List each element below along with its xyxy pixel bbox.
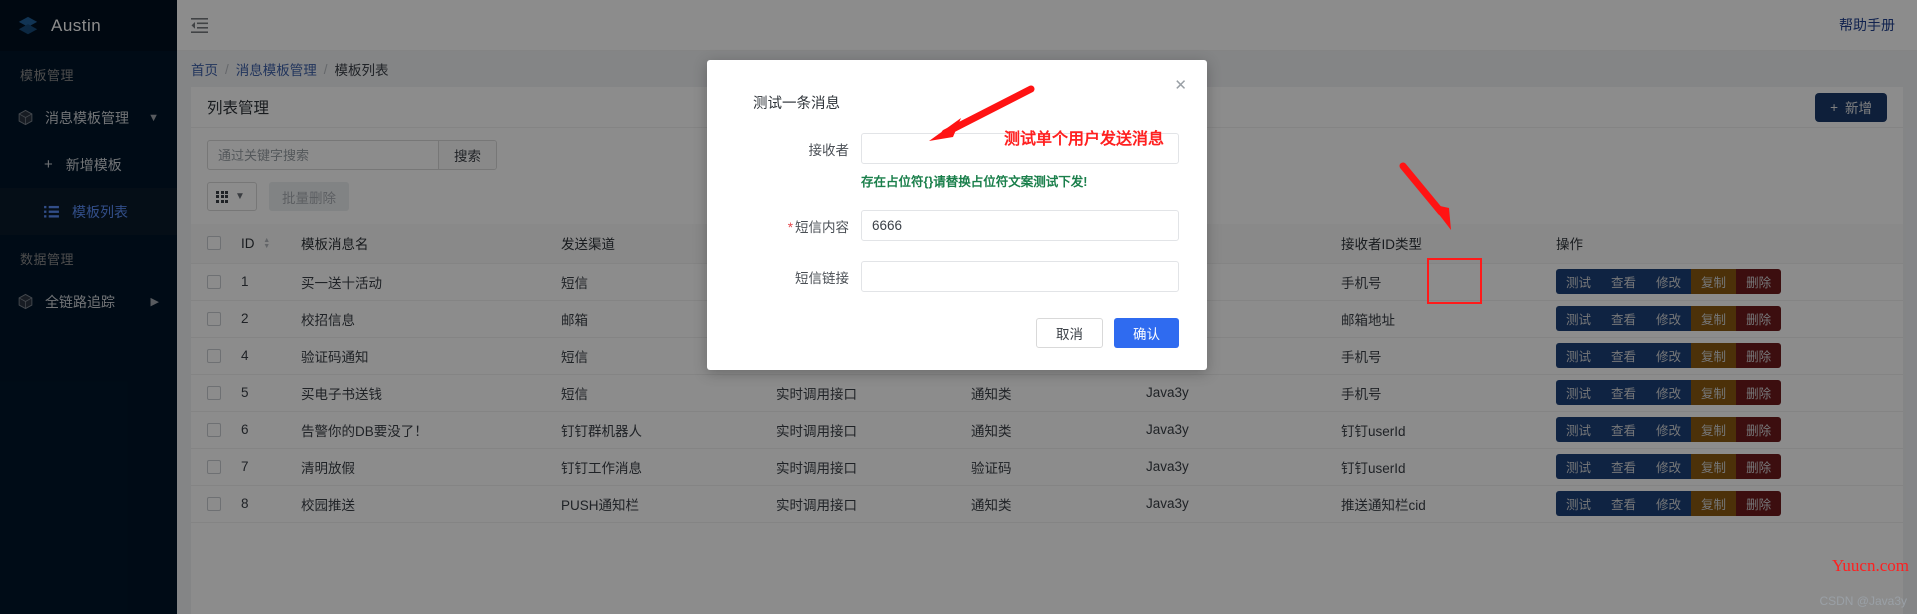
sms-content-input[interactable]: [861, 210, 1179, 241]
sms-content-label: * 短信内容: [729, 216, 861, 236]
sms-link-input[interactable]: [861, 261, 1179, 292]
close-icon[interactable]: ✕: [1174, 78, 1187, 93]
sms-link-label: 短信链接: [795, 270, 849, 286]
credit-watermark: CSDN @Java3y: [1819, 594, 1907, 608]
callout-text: 测试单个用户发送消息: [1004, 131, 1165, 148]
receiver-label: 接收者: [808, 142, 850, 158]
confirm-button[interactable]: 确认: [1114, 318, 1179, 348]
dialog-footer: 取消 确认: [729, 318, 1179, 348]
cancel-button[interactable]: 取消: [1036, 318, 1103, 348]
test-message-dialog: ✕ 测试一条消息 接收者 存在占位符{}请替换占位符文案测试下发! * 短信内容 …: [707, 60, 1207, 370]
sms-content-label-text: 短信内容: [795, 219, 849, 235]
field-row-sms-link: 短信链接: [729, 261, 1179, 292]
site-watermark: Yuucn.com: [1832, 556, 1909, 575]
required-asterisk: *: [787, 219, 793, 235]
app-root: Austin 模板管理 消息模板管理 ▼ + 新增模板 模板列表 数据管理 全链…: [0, 0, 1917, 614]
dialog-title: 测试一条消息: [753, 96, 840, 112]
placeholder-hint: 存在占位符{}请替换占位符文案测试下发!: [861, 175, 1088, 189]
field-row-sms-content: * 短信内容: [729, 210, 1179, 241]
